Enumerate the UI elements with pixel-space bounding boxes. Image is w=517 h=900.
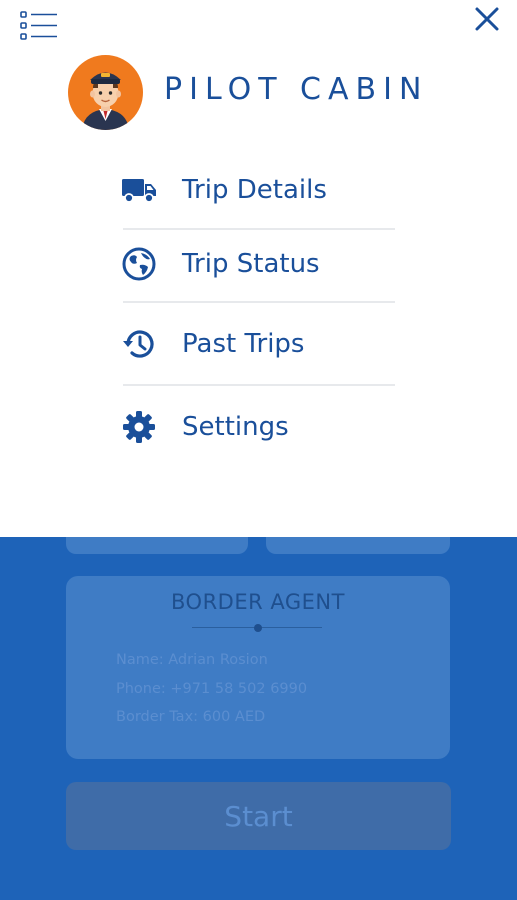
close-icon[interactable] <box>472 4 502 34</box>
nav-item-settings[interactable]: Settings <box>120 399 395 455</box>
nav-label-trip-status: Trip Status <box>182 249 320 279</box>
nav-label-past-trips: Past Trips <box>182 329 305 359</box>
agent-name: Name: Adrian Rosion <box>116 652 268 668</box>
agent-phone: Phone: +971 58 502 6990 <box>116 681 308 697</box>
pilot-avatar <box>68 55 143 130</box>
menu-divider <box>123 228 395 230</box>
nav-item-trip-status[interactable]: Trip Status <box>120 236 395 292</box>
nav-item-trip-details[interactable]: Trip Details <box>120 162 395 218</box>
agent-card-divider-dot <box>254 624 262 632</box>
truck-icon <box>120 171 158 209</box>
menu-divider <box>123 301 395 303</box>
agent-border-tax: Border Tax: 600 AED <box>116 709 266 725</box>
nav-item-past-trips[interactable]: Past Trips <box>120 316 395 372</box>
gear-icon <box>120 408 158 446</box>
border-agent-card: BORDER AGENT Name: Adrian Rosion Phone: … <box>66 576 450 759</box>
start-button[interactable]: Start <box>66 782 451 850</box>
globe-icon <box>120 245 158 283</box>
app-title: PILOT CABIN <box>164 72 429 107</box>
nav-label-trip-details: Trip Details <box>182 175 327 205</box>
history-icon <box>120 325 158 363</box>
navigation-drawer: PILOT CABIN Trip Details Trip Status Pas… <box>0 0 517 537</box>
menu-list-icon[interactable] <box>20 10 58 42</box>
menu-divider <box>123 384 395 386</box>
nav-label-settings: Settings <box>182 412 289 442</box>
agent-card-title: BORDER AGENT <box>171 590 345 614</box>
